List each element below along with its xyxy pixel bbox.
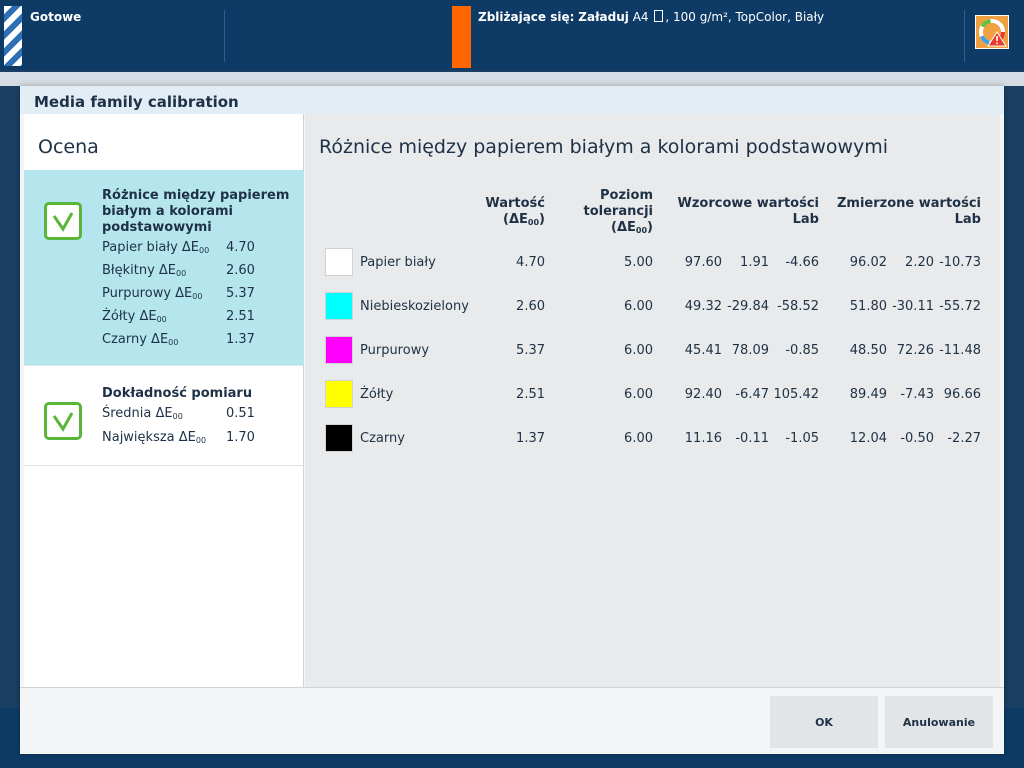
cell-meas-b: -2.27	[947, 431, 981, 446]
checkbox	[44, 402, 82, 440]
cell-meas-b: 96.66	[943, 387, 981, 402]
cell-meas-b: -55.72	[939, 299, 981, 314]
cell-value: 1.37	[516, 431, 545, 446]
differences-panel: Różnice między papierem białym a koloram…	[305, 114, 1000, 687]
card-differences[interactable]: Różnice między papierem białym a koloram…	[24, 170, 304, 366]
color-swatch	[325, 248, 353, 276]
color-swatch	[325, 336, 353, 364]
header-tolerance: Poziom tolerancji (ΔE00)	[583, 188, 653, 235]
ok-button[interactable]: OK	[770, 696, 878, 748]
warning-button[interactable]	[975, 15, 1009, 49]
card-row: Błękitny ΔE00 2.60	[102, 263, 255, 278]
cell-tolerance: 6.00	[624, 343, 653, 358]
checkmark-icon	[52, 412, 74, 432]
cell-tolerance: 6.00	[624, 387, 653, 402]
cancel-button[interactable]: Anulowanie	[885, 696, 993, 748]
color-name: Żółty	[360, 387, 394, 402]
assessment-panel: Ocena Różnice między papierem białym a k…	[24, 114, 304, 687]
upcoming-label: Zbliżające się:	[478, 10, 575, 24]
cell-ref-b: -4.66	[785, 255, 819, 270]
card-title: Różnice między papierem białym a koloram…	[102, 188, 290, 235]
color-name: Niebieskozielony	[360, 299, 469, 314]
card-row: Czarny ΔE00 1.37	[102, 332, 255, 347]
header-measured-lab: Zmierzone wartości Lab	[837, 196, 981, 227]
cell-value: 5.37	[516, 343, 545, 358]
dialog-title: Media family calibration	[34, 93, 239, 111]
upcoming-action: Załaduj	[578, 10, 629, 24]
card-accuracy[interactable]: Dokładność pomiaru Średnia ΔE00 0.51 Najw…	[24, 368, 304, 466]
card-row: Średnia ΔE00 0.51	[102, 406, 255, 421]
printer-status-icon	[4, 6, 22, 66]
warning-icon	[979, 19, 1007, 47]
color-name: Czarny	[360, 431, 405, 446]
color-swatch	[325, 424, 353, 452]
cell-value: 2.60	[516, 299, 545, 314]
top-status-bar: Gotowe Zbliżające się: Załaduj A4 , 100 …	[0, 0, 1024, 70]
color-name: Purpurowy	[360, 343, 430, 358]
background-panel	[0, 72, 1024, 86]
card-title: Dokładność pomiaru	[102, 386, 253, 401]
card-row: Żółty ΔE00 2.51	[102, 309, 255, 324]
document-icon	[654, 10, 664, 22]
dialog-footer: OK Anulowanie	[20, 687, 1004, 754]
topbar-divider	[964, 10, 965, 62]
color-swatch	[325, 292, 353, 320]
assessment-heading: Ocena	[38, 136, 99, 158]
calibration-dialog: Media family calibration Ocena Różnice m…	[20, 86, 1004, 754]
cell-meas-b: -11.48	[939, 343, 981, 358]
color-swatch	[325, 380, 353, 408]
header-value: Wartość (ΔE00)	[485, 196, 545, 227]
card-row: Papier biały ΔE00 4.70	[102, 240, 255, 255]
differences-heading: Różnice między papierem białym a koloram…	[319, 136, 889, 158]
checkbox	[44, 202, 82, 240]
cell-value: 2.51	[516, 387, 545, 402]
card-row: Największa ΔE00 1.70	[102, 430, 255, 445]
cell-tolerance: 5.00	[624, 255, 653, 270]
upcoming-details: , 100 g/m², TopColor, Biały	[665, 10, 825, 24]
cell-ref-b: 105.42	[773, 387, 820, 402]
upcoming-indicator	[452, 6, 471, 68]
cell-tolerance: 6.00	[624, 431, 653, 446]
dialog-title-bar: Media family calibration	[20, 86, 1004, 114]
header-reference-lab: Wzorcowe wartości Lab	[677, 196, 819, 227]
upcoming-size: A4	[632, 10, 649, 24]
cell-tolerance: 6.00	[624, 299, 653, 314]
upcoming-job-info[interactable]: Zbliżające się: Załaduj A4 , 100 g/m², T…	[478, 10, 824, 24]
checkmark-icon	[52, 212, 74, 232]
cell-ref-b: -1.05	[785, 431, 819, 446]
cell-meas-b: -10.73	[939, 255, 981, 270]
cell-value: 4.70	[516, 255, 545, 270]
color-name: Papier biały	[360, 255, 436, 270]
cell-ref-b: -0.85	[785, 343, 819, 358]
card-row: Purpurowy ΔE00 5.37	[102, 286, 255, 301]
topbar-divider	[224, 10, 225, 62]
cell-ref-b: -58.52	[777, 299, 819, 314]
printer-status-label: Gotowe	[30, 10, 82, 24]
